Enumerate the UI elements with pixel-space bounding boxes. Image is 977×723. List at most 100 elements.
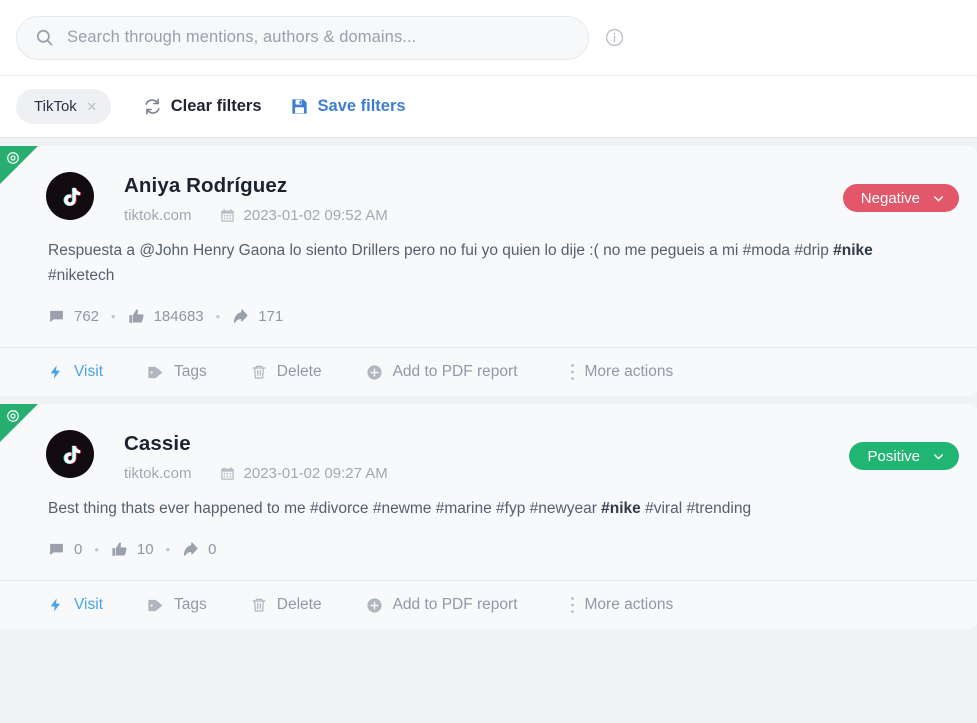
shares-stat: 171 xyxy=(232,308,283,325)
save-filters-button[interactable]: Save filters xyxy=(290,97,406,116)
plus-circle-icon xyxy=(366,597,383,614)
mention-domain[interactable]: tiktok.com xyxy=(124,207,192,224)
tag-icon xyxy=(147,597,164,614)
delete-button[interactable]: Delete xyxy=(251,363,322,381)
thumbs-up-icon xyxy=(128,308,145,325)
likes-count: 10 xyxy=(137,541,154,558)
comment-icon xyxy=(48,308,65,325)
shares-count: 0 xyxy=(208,541,216,558)
engagement-stats: 762 • 184683 • 171 xyxy=(0,288,977,347)
engagement-stats: 0 • 10 • 0 xyxy=(0,521,977,580)
mention-text: Best thing thats ever happened to me #di… xyxy=(0,482,977,521)
sentiment-label: Positive xyxy=(867,448,920,465)
likes-stat: 184683 xyxy=(128,308,204,325)
calendar-icon xyxy=(220,466,235,481)
visit-button[interactable]: Visit xyxy=(48,363,103,381)
dots-vertical-icon xyxy=(570,596,575,614)
search-bar: Search through mentions, authors & domai… xyxy=(0,0,977,76)
info-icon[interactable] xyxy=(605,28,624,47)
clear-filters-label: Clear filters xyxy=(171,97,262,116)
search-placeholder: Search through mentions, authors & domai… xyxy=(67,28,416,47)
tag-icon xyxy=(147,364,164,381)
separator-dot: • xyxy=(111,309,116,324)
card-actions: Visit Tags Delete xyxy=(0,347,977,396)
visibility-ribbon xyxy=(0,146,38,184)
delete-button[interactable]: Delete xyxy=(251,596,322,614)
likes-count: 184683 xyxy=(154,308,204,325)
comment-icon xyxy=(48,541,65,558)
avatar xyxy=(46,430,94,478)
dots-vertical-icon xyxy=(570,363,575,381)
trash-icon xyxy=(251,597,267,613)
sentiment-badge[interactable]: Negative xyxy=(843,184,959,212)
filter-chip-label: TikTok xyxy=(34,98,77,115)
trash-icon xyxy=(251,364,267,380)
tags-label: Tags xyxy=(174,596,207,614)
share-icon xyxy=(232,308,249,325)
mention-domain[interactable]: tiktok.com xyxy=(124,465,192,482)
search-icon xyxy=(35,28,54,47)
floppy-save-icon xyxy=(290,97,309,116)
tags-label: Tags xyxy=(174,363,207,381)
likes-stat: 10 xyxy=(111,541,154,558)
visit-label: Visit xyxy=(74,596,103,614)
sentiment-badge[interactable]: Positive xyxy=(849,442,959,470)
chevron-down-icon xyxy=(932,192,945,205)
add-to-pdf-label: Add to PDF report xyxy=(393,363,518,381)
shares-stat: 0 xyxy=(182,541,216,558)
calendar-icon xyxy=(220,208,235,223)
mention-meta: tiktok.com xyxy=(124,465,849,482)
comments-count: 762 xyxy=(74,308,99,325)
tags-button[interactable]: Tags xyxy=(147,596,207,614)
separator-dot: • xyxy=(94,542,99,557)
comments-stat: 762 xyxy=(48,308,99,325)
share-icon xyxy=(182,541,199,558)
card-actions: Visit Tags Delete xyxy=(0,580,977,629)
clear-filters-button[interactable]: Clear filters xyxy=(143,97,262,116)
visit-button[interactable]: Visit xyxy=(48,596,103,614)
delete-label: Delete xyxy=(277,363,322,381)
lightning-icon xyxy=(48,364,64,380)
refresh-icon xyxy=(143,97,162,116)
lightning-icon xyxy=(48,597,64,613)
visit-label: Visit xyxy=(74,363,103,381)
comments-count: 0 xyxy=(74,541,82,558)
thumbs-up-icon xyxy=(111,541,128,558)
add-to-pdf-button[interactable]: Add to PDF report xyxy=(366,596,518,614)
author-name[interactable]: Cassie xyxy=(124,432,849,456)
author-block: Cassie tiktok.com xyxy=(124,430,849,482)
mentions-feed: Aniya Rodríguez tiktok.com xyxy=(0,138,977,629)
save-filters-label: Save filters xyxy=(318,97,406,116)
separator-dot: • xyxy=(216,309,221,324)
sentiment-label: Negative xyxy=(861,190,920,207)
mention-date: 2023-01-02 09:27 AM xyxy=(244,465,388,482)
add-to-pdf-label: Add to PDF report xyxy=(393,596,518,614)
author-name[interactable]: Aniya Rodríguez xyxy=(124,174,843,198)
avatar xyxy=(46,172,94,220)
more-actions-label: More actions xyxy=(585,363,674,381)
filter-chip-tiktok[interactable]: TikTok × xyxy=(16,89,111,124)
mention-card: Aniya Rodríguez tiktok.com xyxy=(0,146,977,396)
separator-dot: • xyxy=(166,542,171,557)
comments-stat: 0 xyxy=(48,541,82,558)
card-header: Cassie tiktok.com xyxy=(0,404,977,482)
mention-meta: tiktok.com xyxy=(124,207,843,224)
more-actions-button[interactable]: More actions xyxy=(570,363,674,381)
search-input[interactable]: Search through mentions, authors & domai… xyxy=(16,16,589,60)
card-header: Aniya Rodríguez tiktok.com xyxy=(0,146,977,224)
add-to-pdf-button[interactable]: Add to PDF report xyxy=(366,363,518,381)
more-actions-button[interactable]: More actions xyxy=(570,596,674,614)
visibility-ribbon xyxy=(0,404,38,442)
more-actions-label: More actions xyxy=(585,596,674,614)
shares-count: 171 xyxy=(258,308,283,325)
mention-card: Cassie tiktok.com xyxy=(0,404,977,629)
plus-circle-icon xyxy=(366,364,383,381)
tags-button[interactable]: Tags xyxy=(147,363,207,381)
close-icon[interactable]: × xyxy=(87,98,97,115)
filter-bar: TikTok × Clear filters Save filters xyxy=(0,76,977,138)
chevron-down-icon xyxy=(932,450,945,463)
author-block: Aniya Rodríguez tiktok.com xyxy=(124,172,843,224)
mention-date: 2023-01-02 09:52 AM xyxy=(244,207,388,224)
delete-label: Delete xyxy=(277,596,322,614)
mention-text: Respuesta a @John Henry Gaona lo siento … xyxy=(0,224,977,288)
